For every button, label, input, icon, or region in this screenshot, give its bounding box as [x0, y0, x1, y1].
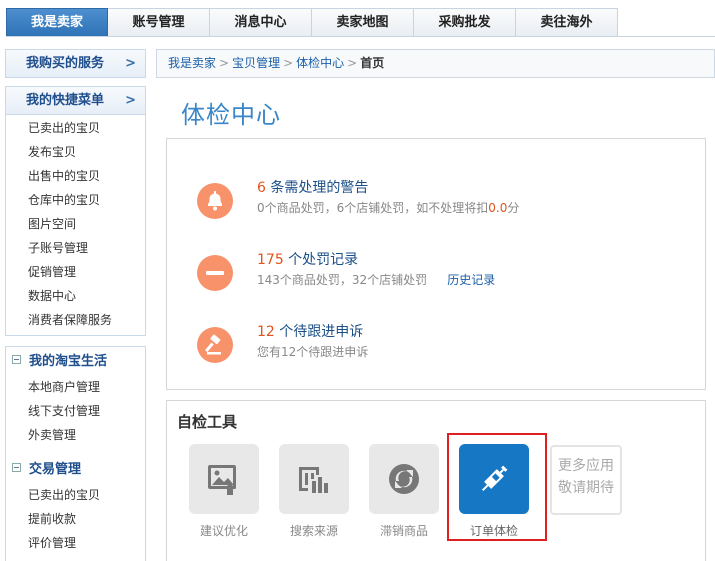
alert-appeals-title[interactable]: 12 个待跟进申诉 — [257, 321, 363, 341]
tool-search-source[interactable]: 搜索来源 — [279, 444, 349, 539]
alert-penalties-detail: 143个商品处罚，32个店铺处罚 历史记录 — [257, 271, 495, 288]
alert-appeals-detail: 您有12个待跟进申诉 — [257, 345, 369, 359]
sidebar-item-subaccount[interactable]: 子账号管理 — [6, 236, 145, 260]
alert-warnings-points: 0.0 — [488, 201, 508, 215]
self-check-tools: 自检工具 建议优化 搜索来源 滞销商品 订单体检 更多应用 敬请期待 — [166, 400, 706, 561]
breadcrumb-sep: > — [347, 56, 358, 70]
breadcrumb-health-center[interactable]: 体检中心 — [296, 56, 344, 70]
sidebar-group-life[interactable]: 我的淘宝生活 — [6, 349, 145, 375]
tab-seller[interactable]: 我是卖家 — [6, 8, 108, 37]
alert-warnings-detail-a: 0个商品处罚，6个店铺处罚，如不处理将扣 — [257, 201, 489, 215]
alert-penalties-title[interactable]: 175 个处罚记录 — [257, 249, 358, 269]
image-upload-icon[interactable] — [189, 444, 259, 514]
sidebar-item-early-payment[interactable]: 提前收款 — [6, 507, 145, 531]
alert-warnings-text: 条需处理的警告 — [265, 180, 369, 196]
alert-warnings-detail: 0个商品处罚，6个店铺处罚，如不处理将扣0.0分 — [257, 199, 519, 216]
sidebar-item-publish[interactable]: 发布宝贝 — [6, 140, 145, 164]
alert-penalties-count: 175 — [257, 252, 284, 268]
sidebar-shortcuts: 我的快捷菜单 > 已卖出的宝贝 发布宝贝 出售中的宝贝 仓库中的宝贝 图片空间 … — [5, 86, 146, 336]
sidebar-group-trade[interactable]: 交易管理 — [6, 457, 145, 483]
chart-building-icon[interactable] — [279, 444, 349, 514]
sidebar-item-sold-trade[interactable]: 已卖出的宝贝 — [6, 483, 145, 507]
sidebar-services-label: 我购买的服务 — [26, 56, 105, 71]
sidebar-item-promotion[interactable]: 促销管理 — [6, 260, 145, 284]
sidebar-item-data-center[interactable]: 数据中心 — [6, 284, 145, 308]
sidebar-item-warehouse[interactable]: 仓库中的宝贝 — [6, 188, 145, 212]
tool-slow-moving[interactable]: 滞销商品 — [369, 444, 439, 539]
alert-penalties-text: 个处罚记录 — [283, 252, 359, 268]
sidebar-group-life-label: 我的淘宝生活 — [29, 354, 108, 369]
breadcrumb: 我是卖家 > 宝贝管理 > 体检中心 > 首页 — [156, 49, 715, 78]
tools-title: 自检工具 — [177, 413, 238, 431]
alerts-panel: 6 条需处理的警告 0个商品处罚，6个店铺处罚，如不处理将扣0.0分 175 个… — [166, 138, 706, 390]
breadcrumb-current: 首页 — [360, 56, 385, 70]
sidebar-item-takeout[interactable]: 外卖管理 — [6, 423, 145, 447]
tab-seller-map[interactable]: 卖家地图 — [312, 8, 414, 37]
breadcrumb-sep: > — [219, 56, 230, 70]
tab-account[interactable]: 账号管理 — [108, 8, 210, 37]
tool-label: 滞销商品 — [379, 524, 428, 538]
sidebar-item-local-merchant[interactable]: 本地商户管理 — [6, 375, 145, 399]
sidebar-item-consumer-protection[interactable]: 消费者保障服务 — [6, 308, 145, 332]
sidebar-item-sold[interactable]: 已卖出的宝贝 — [6, 116, 145, 140]
tab-divider — [6, 36, 715, 37]
breadcrumb-sep: > — [283, 56, 294, 70]
refresh-circle-icon[interactable] — [369, 444, 439, 514]
breadcrumb-seller[interactable]: 我是卖家 — [168, 56, 216, 70]
chevron-right-icon[interactable]: > — [125, 87, 136, 115]
bell-icon — [197, 183, 233, 219]
more-apps-line2: 敬请期待 — [558, 480, 614, 496]
more-apps-line1: 更多应用 — [558, 458, 614, 474]
sidebar-group-trade-label: 交易管理 — [29, 462, 82, 477]
tab-messages[interactable]: 消息中心 — [210, 8, 312, 37]
page-title: 体检中心 — [181, 101, 281, 129]
sidebar-services[interactable]: 我购买的服务 > — [5, 49, 146, 78]
alert-warnings-title[interactable]: 6 条需处理的警告 — [257, 177, 368, 197]
top-nav-tabs: 我是卖家 账号管理 消息中心 卖家地图 采购批发 卖往海外 — [6, 8, 618, 37]
breadcrumb-item-management[interactable]: 宝贝管理 — [232, 56, 280, 70]
sidebar-life-trade: 我的淘宝生活 本地商户管理 线下支付管理 外卖管理 交易管理 已卖出的宝贝 提前… — [5, 346, 146, 561]
highlight-box — [447, 433, 547, 541]
history-link[interactable]: 历史记录 — [447, 273, 495, 287]
tab-wholesale[interactable]: 采购批发 — [414, 8, 516, 37]
alert-appeals-text: 个待跟进申诉 — [274, 324, 364, 340]
sidebar-item-image-space[interactable]: 图片空间 — [6, 212, 145, 236]
alert-penalties-detail-a: 143个商品处罚，32个店铺处罚 — [257, 273, 428, 287]
alert-warnings-detail-b: 分 — [507, 201, 520, 215]
tool-suggest-optimize[interactable]: 建议优化 — [189, 444, 259, 539]
alert-appeals-count: 12 — [257, 324, 275, 340]
tool-label: 搜索来源 — [289, 524, 338, 538]
sidebar-item-reviews[interactable]: 评价管理 — [6, 531, 145, 555]
more-apps-placeholder: 更多应用 敬请期待 — [550, 445, 622, 515]
sidebar-shortcuts-label: 我的快捷菜单 — [26, 93, 105, 108]
minus-circle-icon — [197, 255, 233, 291]
chevron-right-icon[interactable]: > — [125, 50, 136, 77]
collapse-icon[interactable] — [12, 463, 21, 472]
gavel-icon — [197, 327, 233, 363]
tab-overseas[interactable]: 卖往海外 — [516, 8, 618, 37]
alert-warnings-count: 6 — [257, 180, 266, 196]
sidebar-item-on-sale[interactable]: 出售中的宝贝 — [6, 164, 145, 188]
collapse-icon[interactable] — [12, 355, 21, 364]
tool-label: 建议优化 — [199, 524, 248, 538]
sidebar-item-offline-payment[interactable]: 线下支付管理 — [6, 399, 145, 423]
